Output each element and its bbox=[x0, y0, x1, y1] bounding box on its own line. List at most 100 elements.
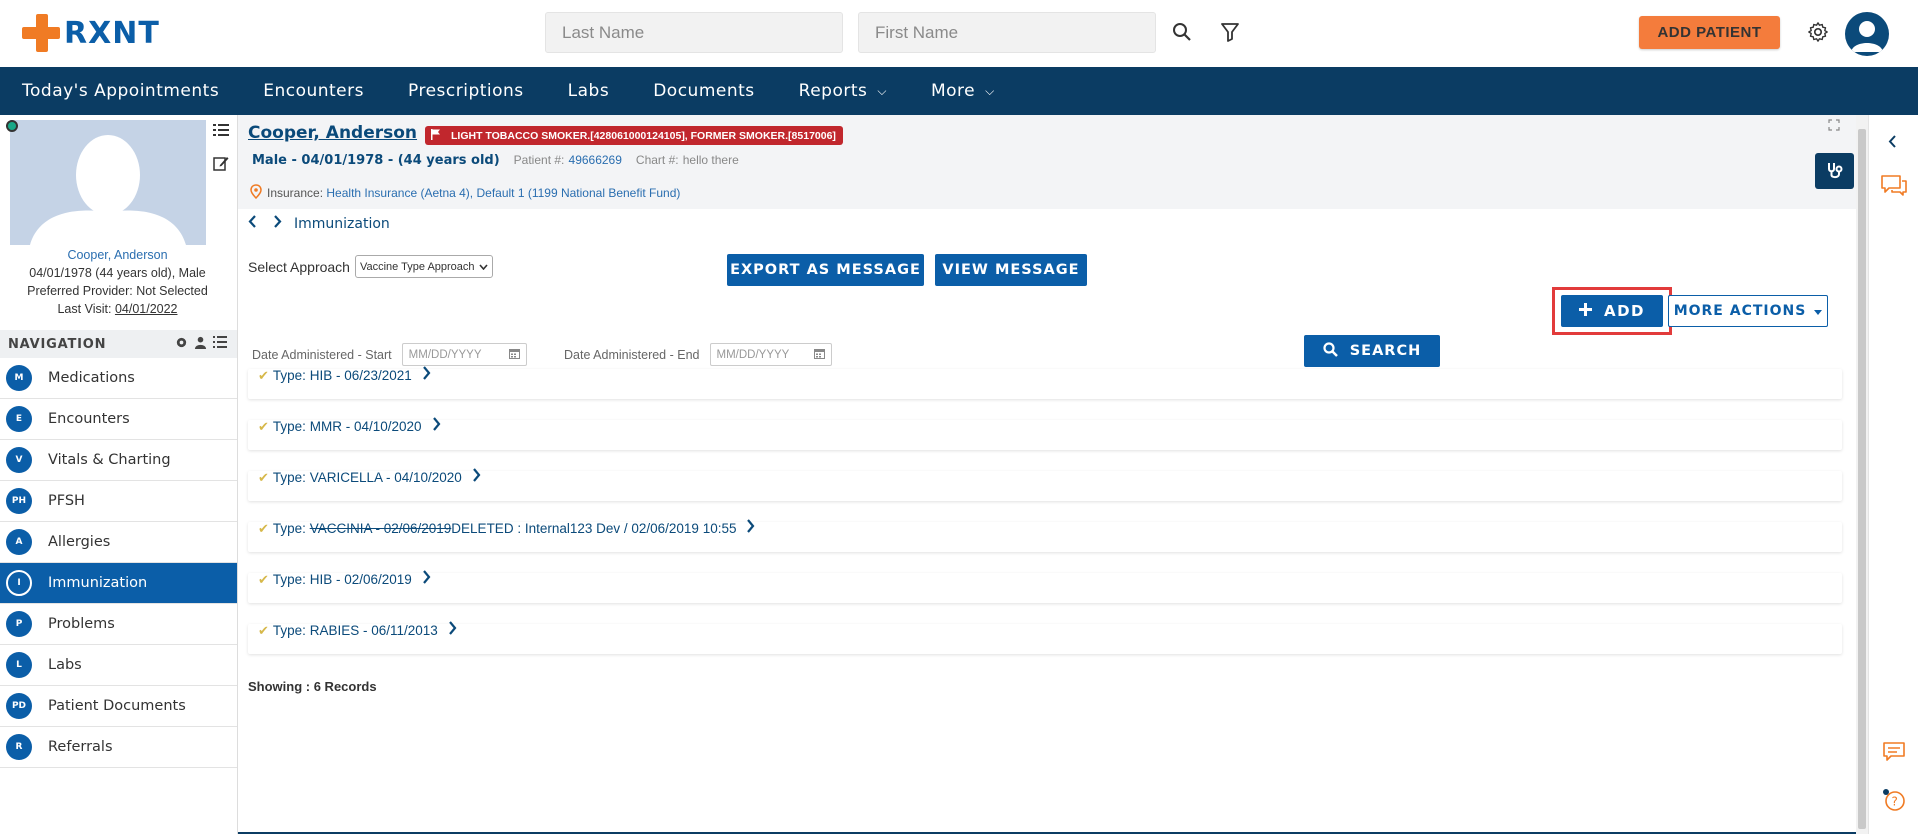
sidebar-item-label: PFSH bbox=[48, 493, 85, 509]
person-icon[interactable] bbox=[194, 336, 207, 353]
rxnt-logo[interactable]: RXNT bbox=[22, 14, 160, 52]
export-as-message-button[interactable]: EXPORT AS MESSAGE bbox=[727, 254, 924, 286]
immunization-record[interactable]: ✔ Type: HIB - 06/23/2021 bbox=[248, 366, 1842, 399]
record-prefix: Type: bbox=[272, 623, 306, 638]
view-message-button[interactable]: VIEW MESSAGE bbox=[935, 254, 1087, 286]
add-patient-button[interactable]: ADD PATIENT bbox=[1639, 16, 1780, 49]
settings-gear-icon[interactable] bbox=[175, 336, 188, 353]
sidebar-item-allergies[interactable]: A Allergies bbox=[0, 522, 237, 563]
nav-labs[interactable]: Labs bbox=[546, 67, 632, 115]
patient-header: Cooper, Anderson LIGHT TOBACCO SMOKER.[4… bbox=[238, 115, 1856, 209]
gear-icon[interactable] bbox=[1805, 19, 1831, 45]
immunization-record[interactable]: ✔ Type: RABIES - 06/11/2013 bbox=[248, 621, 1842, 654]
add-button-highlight: ADD bbox=[1552, 287, 1672, 335]
collapse-left-chevron-icon[interactable] bbox=[1888, 135, 1897, 153]
navigation-title: NAVIGATION bbox=[8, 336, 107, 352]
approach-select[interactable]: Vaccine Type Approach bbox=[354, 255, 493, 278]
search-button[interactable]: SEARCH bbox=[1304, 335, 1440, 367]
sidebar-item-encounters[interactable]: E Encounters bbox=[0, 399, 237, 440]
sidebar-item-patient-documents[interactable]: PD Patient Documents bbox=[0, 686, 237, 727]
chevron-right-icon[interactable] bbox=[422, 366, 431, 385]
stethoscope-icon[interactable] bbox=[1815, 153, 1854, 189]
date-end-input[interactable]: MM/DD/YYYY bbox=[709, 343, 832, 366]
record-prefix: Type: bbox=[272, 470, 306, 485]
chevron-right-icon[interactable] bbox=[432, 417, 441, 436]
main-scrollbar[interactable] bbox=[1856, 115, 1868, 834]
patient-summary: Cooper, Anderson 04/01/1978 (44 years ol… bbox=[0, 246, 235, 318]
sidebar-item-label: Allergies bbox=[48, 534, 111, 550]
immunization-record-deleted[interactable]: ✔ Type: VACCINIA - 02/06/2019 DELETED : … bbox=[248, 519, 1842, 552]
nav-reports[interactable]: Reports ⌵ bbox=[777, 67, 909, 115]
chat-bubbles-icon[interactable] bbox=[1881, 175, 1907, 202]
last-name-input[interactable] bbox=[545, 12, 843, 53]
nav-label: More bbox=[930, 81, 976, 101]
nav-badge: I bbox=[6, 570, 32, 596]
sidebar-item-referrals[interactable]: R Referrals bbox=[0, 727, 237, 768]
expand-icon[interactable] bbox=[1828, 118, 1840, 136]
help-icon[interactable]: ? bbox=[1882, 788, 1906, 817]
nav-encounters[interactable]: Encounters bbox=[241, 67, 386, 115]
nav-prescriptions[interactable]: Prescriptions bbox=[386, 67, 546, 115]
sidebar-item-label: Medications bbox=[48, 370, 135, 386]
edit-icon[interactable] bbox=[213, 155, 233, 176]
sidebar-item-pfsh[interactable]: PH PFSH bbox=[0, 481, 237, 522]
date-start-label: Date Administered - Start bbox=[252, 347, 392, 362]
plus-icon bbox=[1578, 302, 1592, 320]
list-view-icon[interactable] bbox=[213, 336, 227, 353]
immunization-record[interactable]: ✔ Type: MMR - 04/10/2020 bbox=[248, 417, 1842, 450]
forward-chevron-icon[interactable] bbox=[273, 215, 282, 232]
date-placeholder: MM/DD/YYYY bbox=[408, 348, 482, 361]
nav-label: Labs bbox=[567, 81, 610, 101]
sidebar-item-medications[interactable]: M Medications bbox=[0, 358, 237, 399]
chevron-down-icon: ⌵ bbox=[877, 83, 887, 98]
nav-label: Documents bbox=[653, 81, 755, 101]
calendar-icon bbox=[813, 348, 825, 362]
record-title: HIB - 06/23/2021 bbox=[309, 368, 412, 383]
nav-badge: V bbox=[6, 447, 32, 473]
back-chevron-icon[interactable] bbox=[248, 215, 257, 232]
sidebar-item-immunization[interactable]: I Immunization bbox=[0, 563, 237, 604]
search-icon[interactable] bbox=[1170, 20, 1194, 44]
scrollbar-thumb[interactable] bbox=[1858, 129, 1866, 829]
chart-number: hello there bbox=[682, 153, 739, 167]
patient-dob: 04/01/1978 (44 years old), Male bbox=[29, 266, 206, 280]
sidebar-item-labs[interactable]: L Labs bbox=[0, 645, 237, 686]
user-avatar[interactable] bbox=[1845, 12, 1889, 56]
more-actions-button[interactable]: MORE ACTIONS bbox=[1668, 295, 1828, 327]
sidebar-item-vitals[interactable]: V Vitals & Charting bbox=[0, 440, 237, 481]
record-deleted-note: DELETED : Internal123 Dev / 02/06/2019 1… bbox=[451, 521, 737, 536]
chevron-right-icon[interactable] bbox=[746, 519, 755, 538]
nav-todays-appointments[interactable]: Today's Appointments bbox=[0, 67, 241, 115]
message-icon[interactable] bbox=[1883, 742, 1905, 767]
record-title: RABIES - 06/11/2013 bbox=[309, 623, 438, 638]
patient-name-title[interactable]: Cooper, Anderson bbox=[248, 123, 417, 143]
add-button[interactable]: ADD bbox=[1561, 295, 1663, 327]
nav-label: Prescriptions bbox=[408, 81, 524, 101]
nav-badge: P bbox=[6, 611, 32, 637]
nav-documents[interactable]: Documents bbox=[631, 67, 776, 115]
preferred-provider: Preferred Provider: Not Selected bbox=[27, 284, 208, 298]
sidebar-item-label: Immunization bbox=[48, 575, 148, 591]
sidebar-item-problems[interactable]: P Problems bbox=[0, 604, 237, 645]
insurance-value: Health Insurance (Aetna 4), Default 1 (1… bbox=[326, 186, 681, 200]
chevron-right-icon[interactable] bbox=[472, 468, 481, 487]
smoker-flag-banner[interactable]: LIGHT TOBACCO SMOKER.[428061000124105], … bbox=[425, 126, 843, 145]
approach-select-value: Vaccine Type Approach bbox=[359, 260, 475, 273]
date-start-filter: Date Administered - Start MM/DD/YYYY bbox=[252, 343, 527, 366]
chevron-right-icon[interactable] bbox=[422, 570, 431, 589]
first-name-input[interactable] bbox=[858, 12, 1156, 53]
patient-number: 49666269 bbox=[568, 153, 622, 167]
record-prefix: Type: bbox=[272, 419, 306, 434]
immunization-record[interactable]: ✔ Type: VARICELLA - 04/10/2020 bbox=[248, 468, 1842, 501]
list-icon[interactable] bbox=[213, 123, 233, 143]
filter-icon[interactable] bbox=[1218, 20, 1242, 44]
date-start-input[interactable]: MM/DD/YYYY bbox=[401, 343, 527, 366]
last-visit-date[interactable]: 04/01/2022 bbox=[115, 302, 178, 316]
nav-more[interactable]: More ⌵ bbox=[909, 67, 1017, 115]
record-prefix: Type: bbox=[272, 521, 306, 536]
patient-name-link[interactable]: Cooper, Anderson bbox=[0, 246, 235, 264]
immunization-record[interactable]: ✔ Type: HIB - 02/06/2019 bbox=[248, 570, 1842, 603]
svg-text:?: ? bbox=[1892, 795, 1898, 809]
check-icon: ✔ bbox=[258, 571, 269, 587]
chevron-right-icon[interactable] bbox=[448, 621, 457, 640]
